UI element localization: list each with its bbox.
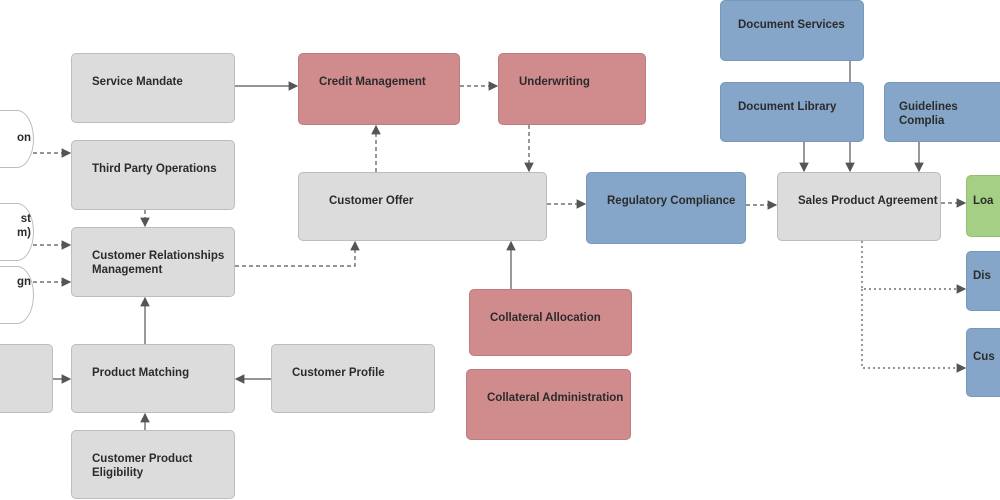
node-collateral-allocation[interactable]: Collateral Allocation	[469, 289, 632, 356]
node-service-mandate[interactable]: Service Mandate	[71, 53, 235, 123]
edge-spa-cus	[861, 289, 967, 373]
node-dis-partial[interactable]: Dis	[966, 251, 1000, 311]
node-crm[interactable]: Customer Relationships Management	[71, 227, 235, 297]
node-credit-management[interactable]: Credit Management	[298, 53, 460, 125]
left-partial-node[interactable]	[0, 344, 53, 413]
oval-node-1[interactable]: on	[0, 110, 34, 168]
oval-node-3[interactable]: gn	[0, 266, 34, 324]
edge-spa-dis	[861, 241, 967, 294]
node-underwriting[interactable]: Underwriting	[498, 53, 646, 125]
oval-node-2[interactable]: st m)	[0, 203, 34, 261]
node-regulatory-compliance[interactable]: Regulatory Compliance	[586, 172, 746, 244]
node-product-matching[interactable]: Product Matching	[71, 344, 235, 413]
node-document-services[interactable]: Document Services	[720, 0, 864, 61]
node-cus-partial[interactable]: Cus	[966, 328, 1000, 397]
node-third-party-operations[interactable]: Third Party Operations	[71, 140, 235, 210]
node-guidelines-compliance[interactable]: Guidelines Complia	[884, 82, 1000, 142]
node-sales-product-agreement[interactable]: Sales Product Agreement	[777, 172, 941, 241]
edge-crm-offer	[235, 240, 360, 267]
node-collateral-administration[interactable]: Collateral Administration	[466, 369, 631, 440]
node-document-library[interactable]: Document Library	[720, 82, 864, 142]
node-customer-product-eligibility[interactable]: Customer Product Eligibility	[71, 430, 235, 499]
node-customer-profile[interactable]: Customer Profile	[271, 344, 435, 413]
node-customer-offer[interactable]: Customer Offer	[298, 172, 547, 241]
node-loan-partial[interactable]: Loa	[966, 175, 1000, 237]
